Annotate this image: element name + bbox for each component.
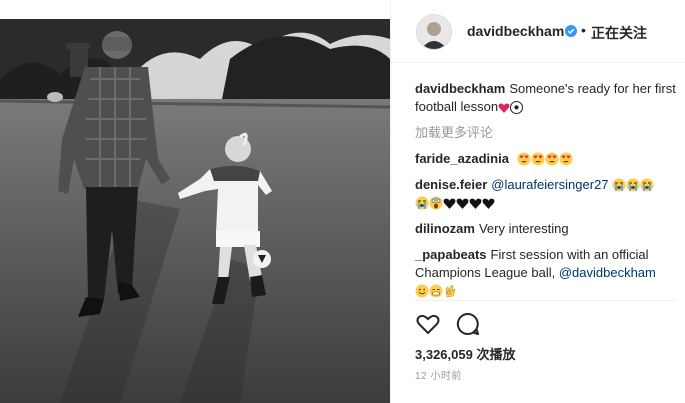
grin-emoji bbox=[429, 284, 443, 298]
black-heart-emoji bbox=[443, 198, 456, 209]
avatar[interactable] bbox=[416, 14, 452, 50]
comment-mention-link[interactable]: @davidbeckham bbox=[559, 265, 656, 280]
heart-eyes-emoji bbox=[545, 152, 559, 166]
comment-text: Very interesting bbox=[478, 221, 569, 236]
caption-username[interactable]: davidbeckham bbox=[415, 81, 505, 96]
soccer-ball-emoji bbox=[510, 101, 524, 114]
comment-item: _papabeats First session with an official… bbox=[415, 246, 677, 300]
smile-emoji bbox=[415, 284, 429, 298]
heart-eyes-emoji bbox=[517, 152, 531, 166]
view-count[interactable]: 3,326,059 次播放 bbox=[415, 344, 515, 363]
black-heart-emoji bbox=[456, 198, 469, 209]
crying-emoji bbox=[640, 178, 654, 192]
comment-item: dilinozam Very interesting bbox=[415, 220, 677, 238]
follow-status-button[interactable]: 正在关注 bbox=[591, 23, 647, 43]
post-details-panel: davidbeckham • 正在关注 davidbeckham Someone'… bbox=[390, 0, 685, 403]
comment-item: faride_azadinia bbox=[415, 150, 677, 168]
comment-bubble-icon[interactable] bbox=[455, 311, 481, 337]
heart-eyes-emoji bbox=[531, 152, 545, 166]
screaming-emoji bbox=[429, 196, 443, 210]
reaction-emoji-group bbox=[415, 283, 457, 298]
caption: davidbeckham Someone's ready for her firs… bbox=[415, 80, 677, 116]
heart-emoji bbox=[498, 103, 510, 113]
comments-section: davidbeckham Someone's ready for her firs… bbox=[415, 80, 677, 308]
actions-divider bbox=[415, 300, 677, 301]
football-field-photo bbox=[0, 19, 390, 403]
heart-outline-icon[interactable] bbox=[415, 311, 441, 337]
ok-hand-emoji bbox=[445, 285, 456, 298]
post-photo[interactable] bbox=[0, 19, 390, 403]
crying-emoji bbox=[415, 196, 429, 210]
comment-username[interactable]: _papabeats bbox=[415, 247, 487, 262]
comment-item: denise.feier @laurafeiersinger27 bbox=[415, 176, 677, 212]
load-more-comments-link[interactable]: 加载更多评论 bbox=[415, 124, 677, 142]
heart-eyes-emoji-group bbox=[517, 151, 573, 166]
post-header: davidbeckham • 正在关注 bbox=[391, 0, 685, 63]
crying-emoji bbox=[612, 178, 626, 192]
post-timestamp[interactable]: 12 小时前 bbox=[415, 367, 462, 382]
black-heart-emoji bbox=[482, 198, 495, 209]
comment-username[interactable]: dilinozam bbox=[415, 221, 475, 236]
crying-and-black-hearts-group bbox=[415, 195, 495, 210]
separator-dot: • bbox=[581, 22, 586, 38]
heart-eyes-emoji bbox=[559, 152, 573, 166]
crying-emoji-group bbox=[612, 177, 654, 192]
crying-emoji bbox=[626, 178, 640, 192]
avatar-image bbox=[417, 15, 451, 49]
black-heart-emoji bbox=[469, 198, 482, 209]
author-username[interactable]: davidbeckham bbox=[467, 23, 564, 39]
comment-mention-link[interactable]: @laurafeiersinger27 bbox=[491, 177, 608, 192]
comment-username[interactable]: faride_azadinia bbox=[415, 151, 509, 166]
comment-username[interactable]: denise.feier bbox=[415, 177, 487, 192]
verified-badge-icon bbox=[565, 25, 577, 37]
